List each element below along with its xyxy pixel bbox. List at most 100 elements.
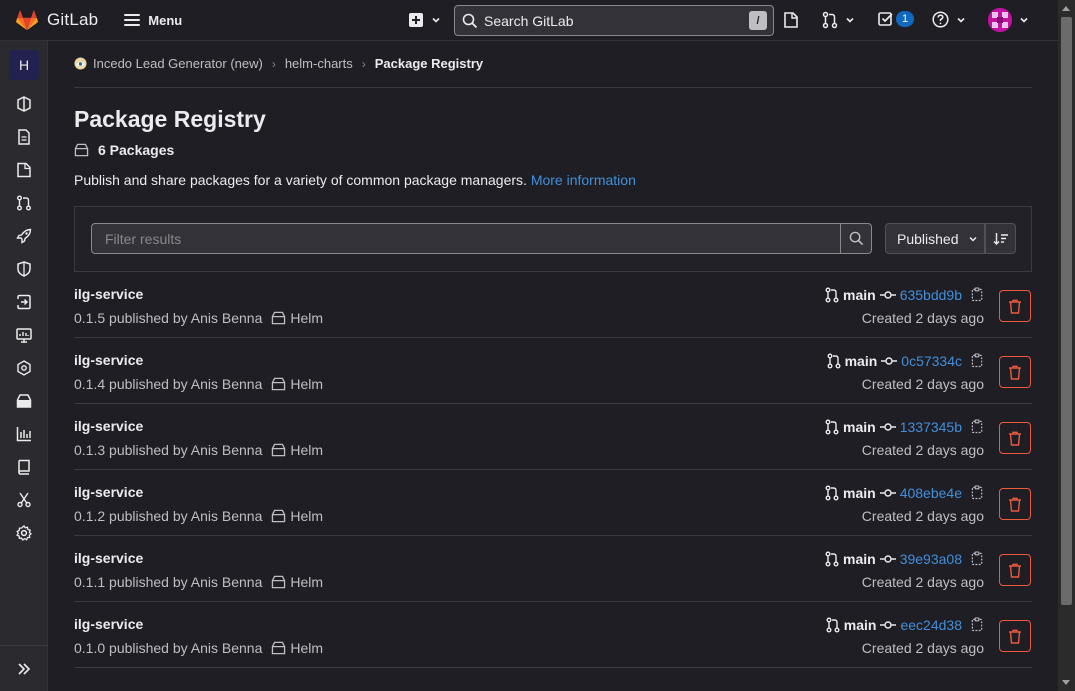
delete-package-button[interactable]	[999, 620, 1031, 652]
commit-sha-link[interactable]: 635bdd9b	[900, 287, 962, 303]
breadcrumb-current[interactable]: Package Registry	[375, 56, 483, 71]
package-version-publisher: 0.1.4 published by Anis Benna	[74, 376, 263, 392]
copy-to-clipboard-icon[interactable]	[971, 419, 984, 434]
search-icon	[462, 13, 478, 28]
search-icon	[849, 231, 863, 246]
user-menu-button[interactable]	[988, 8, 1029, 32]
todos-button[interactable]: 1	[878, 11, 914, 27]
deployments-icon[interactable]	[16, 294, 32, 310]
copy-to-clipboard-icon[interactable]	[971, 551, 984, 566]
package-created-time: Created 2 days ago	[861, 376, 984, 392]
sort-by-dropdown[interactable]: Published	[885, 223, 985, 254]
copy-to-clipboard-icon[interactable]	[971, 485, 984, 500]
package-created-time: Created 2 days ago	[861, 574, 984, 590]
app-name: GitLab	[47, 10, 99, 29]
trash-icon	[1009, 431, 1021, 446]
commit-sha-link[interactable]: eec24d38	[900, 617, 962, 633]
package-name-link[interactable]: ilg-service	[74, 418, 143, 434]
merge-requests-nav-button[interactable]	[822, 11, 855, 29]
repository-icon[interactable]	[16, 129, 32, 145]
delete-package-button[interactable]	[999, 290, 1031, 322]
package-created-time: Created 2 days ago	[861, 508, 984, 524]
scroll-down-arrow-icon[interactable]	[1062, 680, 1070, 685]
branch-name: main	[844, 352, 878, 369]
infrastructure-icon[interactable]	[16, 360, 32, 376]
trash-icon	[1009, 299, 1021, 314]
scrollbar-thumb[interactable]	[1061, 17, 1072, 605]
package-details: main eec24d38 Created 2 days ago	[826, 616, 984, 656]
package-row: ilg-service 0.1.2 published by Anis Benn…	[74, 470, 1032, 536]
package-type: Helm	[271, 640, 323, 656]
breadcrumb-project-link[interactable]: helm-charts	[285, 56, 353, 71]
copy-to-clipboard-icon[interactable]	[971, 353, 984, 368]
more-information-link[interactable]: More information	[531, 172, 636, 188]
chevron-down-icon	[1020, 17, 1028, 23]
package-name-link[interactable]: ilg-service	[74, 550, 143, 566]
commit-sha-link[interactable]: 408ebe4e	[900, 485, 962, 501]
delete-package-button[interactable]	[999, 554, 1031, 586]
branch-name: main	[843, 418, 876, 435]
package-name-link[interactable]: ilg-service	[74, 352, 143, 368]
create-new-button[interactable]	[408, 12, 441, 28]
package-name-link[interactable]: ilg-service	[74, 286, 143, 302]
chevron-down-icon	[968, 236, 977, 242]
sort-direction-button[interactable]	[985, 223, 1016, 254]
scroll-up-arrow-icon[interactable]	[1062, 6, 1070, 11]
package-icon	[272, 509, 286, 523]
project-overview-icon[interactable]	[16, 96, 32, 112]
page-scrollbar[interactable]	[1058, 0, 1075, 691]
trash-icon	[1009, 629, 1021, 644]
breadcrumb-group-link[interactable]: Incedo Lead Generator (new)	[93, 56, 263, 71]
menu-button[interactable]: Menu	[124, 13, 182, 28]
copy-to-clipboard-icon[interactable]	[971, 617, 984, 632]
ci-cd-rocket-icon[interactable]	[16, 228, 32, 244]
package-details: main 0c57334c Created 2 days ago	[827, 352, 984, 392]
search-input[interactable]: Search GitLab /	[454, 5, 774, 36]
package-refs: main 635bdd9b	[825, 286, 984, 303]
issues-icon[interactable]	[16, 162, 32, 178]
gitlab-logo[interactable]: GitLab	[16, 9, 99, 31]
commit-icon	[881, 356, 898, 365]
monitor-icon[interactable]	[16, 327, 32, 343]
delete-package-button[interactable]	[999, 356, 1031, 388]
package-name-link[interactable]: ilg-service	[74, 616, 143, 632]
package-icon	[272, 641, 286, 655]
commit-sha-link[interactable]: 39e93a08	[900, 551, 962, 567]
delete-package-button[interactable]	[999, 422, 1031, 454]
package-icon	[74, 143, 89, 157]
package-created-time: Created 2 days ago	[861, 310, 984, 326]
package-version-publisher: 0.1.0 published by Anis Benna	[74, 640, 263, 656]
settings-gear-icon[interactable]	[16, 525, 32, 541]
project-sidebar: H	[0, 41, 48, 691]
issues-nav-button[interactable]	[783, 11, 799, 29]
filter-results-input[interactable]: Filter results	[91, 223, 841, 254]
security-shield-icon[interactable]	[16, 261, 32, 277]
trash-icon	[1009, 563, 1021, 578]
commit-sha-link[interactable]: 1337345b	[900, 419, 962, 435]
help-question-icon	[932, 11, 949, 28]
package-name-link[interactable]: ilg-service	[74, 484, 143, 500]
package-icon	[272, 311, 286, 325]
chevron-double-right-icon	[18, 662, 31, 675]
project-avatar[interactable]: H	[9, 50, 39, 80]
filter-search-button[interactable]	[841, 223, 872, 254]
chevron-down-icon	[957, 17, 965, 23]
package-details: main 635bdd9b Created 2 days ago	[825, 286, 984, 326]
merge-requests-icon[interactable]	[16, 195, 32, 211]
wiki-book-icon[interactable]	[16, 459, 32, 475]
branch-icon	[827, 353, 841, 368]
hamburger-icon	[124, 14, 141, 26]
analytics-icon[interactable]	[16, 426, 32, 442]
packages-icon[interactable]	[16, 393, 32, 409]
commit-sha-link[interactable]: 0c57334c	[901, 353, 962, 369]
package-count-label: 6 Packages	[98, 142, 175, 158]
package-row: ilg-service 0.1.1 published by Anis Benn…	[74, 536, 1032, 602]
collapse-sidebar-button[interactable]	[0, 645, 48, 691]
copy-to-clipboard-icon[interactable]	[971, 287, 984, 302]
package-version-publisher: 0.1.5 published by Anis Benna	[74, 310, 263, 326]
package-refs: main eec24d38	[826, 616, 984, 633]
help-button[interactable]	[932, 11, 966, 28]
delete-package-button[interactable]	[999, 488, 1031, 520]
snippets-scissors-icon[interactable]	[16, 492, 32, 508]
branch-icon	[825, 485, 839, 500]
